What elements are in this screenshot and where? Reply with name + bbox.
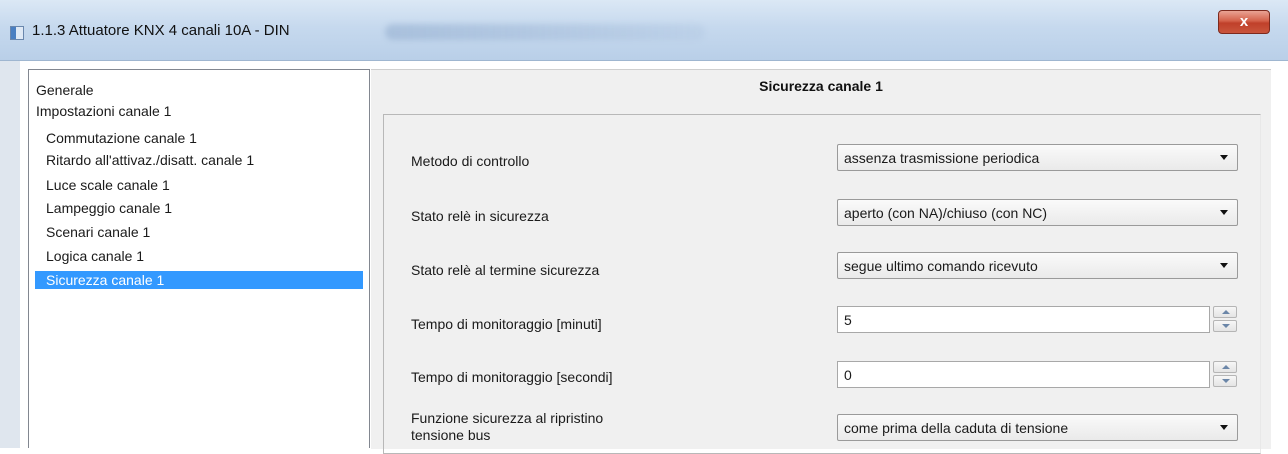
param-label-funzione-line2: tensione bus — [411, 427, 491, 443]
navigation-tree: Generale Impostazioni canale 1 Commutazi… — [28, 69, 370, 448]
stato-rele-sicurezza-select[interactable]: aperto (con NA)/chiuso (con NC) — [837, 199, 1238, 226]
tree-item-logica[interactable]: Logica canale 1 — [46, 247, 144, 265]
tree-item-luce-scale[interactable]: Luce scale canale 1 — [46, 176, 170, 194]
metodo-controllo-select[interactable]: assenza trasmissione periodica — [837, 144, 1238, 171]
minuti-input[interactable]: 5 — [837, 306, 1210, 333]
param-label-stato-sicurezza: Stato relè in sicurezza — [411, 208, 549, 224]
chevron-down-icon — [1220, 210, 1228, 215]
chevron-down-icon — [1220, 155, 1228, 160]
secondi-stepper — [1213, 361, 1239, 388]
select-value: aperto (con NA)/chiuso (con NC) — [844, 205, 1048, 221]
param-label-metodo: Metodo di controllo — [411, 153, 530, 169]
select-value: come prima della caduta di tensione — [844, 420, 1069, 436]
param-label-funzione-line1: Funzione sicurezza al ripristino — [411, 410, 604, 426]
secondi-input[interactable]: 0 — [837, 361, 1210, 388]
parameter-group: Metodo di controllo assenza trasmissione… — [383, 114, 1261, 454]
window-title: 1.1.3 Attuatore KNX 4 canali 10A - DIN — [32, 22, 290, 39]
param-label-minuti: Tempo di monitoraggio [minuti] — [411, 316, 602, 332]
tree-item-generale[interactable]: Generale — [36, 81, 94, 99]
param-label-secondi: Tempo di monitoraggio [secondi] — [411, 369, 613, 385]
tree-item-scenari[interactable]: Scenari canale 1 — [46, 223, 150, 241]
arrow-up-icon — [1222, 365, 1230, 369]
arrow-up-icon — [1222, 310, 1230, 314]
parameter-panel: Sicurezza canale 1 Metodo di controllo a… — [371, 69, 1271, 454]
select-value: assenza trasmissione periodica — [844, 150, 1040, 166]
chevron-down-icon — [1220, 263, 1228, 268]
funzione-ripristino-select[interactable]: come prima della caduta di tensione — [837, 414, 1238, 441]
select-value: segue ultimo comando ricevuto — [844, 258, 1038, 274]
spin-down-button[interactable] — [1213, 375, 1237, 387]
window-frame — [0, 61, 20, 448]
param-label-stato-termine: Stato relè al termine sicurezza — [411, 262, 600, 278]
title-bar: 1.1.3 Attuatore KNX 4 canali 10A - DIN x — [0, 0, 1288, 61]
spin-up-button[interactable] — [1213, 306, 1237, 318]
tree-item-sicurezza[interactable]: Sicurezza canale 1 — [35, 271, 363, 289]
arrow-down-icon — [1222, 379, 1230, 383]
spin-up-button[interactable] — [1213, 361, 1237, 373]
input-value: 5 — [844, 312, 852, 328]
section-title: Sicurezza canale 1 — [759, 78, 883, 94]
spin-down-button[interactable] — [1213, 320, 1237, 332]
blurred-menu-area — [385, 24, 705, 40]
minuti-stepper — [1213, 306, 1239, 333]
tree-item-ritardo[interactable]: Ritardo all'attivaz./disatt. canale 1 — [46, 151, 254, 169]
arrow-down-icon — [1222, 324, 1230, 328]
chevron-down-icon — [1220, 425, 1228, 430]
close-button[interactable]: x — [1218, 10, 1270, 34]
input-value: 0 — [844, 367, 852, 383]
app-icon — [10, 26, 24, 40]
tree-item-lampeggio[interactable]: Lampeggio canale 1 — [46, 199, 172, 217]
tree-item-impostazioni-canale[interactable]: Impostazioni canale 1 — [36, 102, 171, 120]
stato-rele-termine-select[interactable]: segue ultimo comando ricevuto — [837, 252, 1238, 279]
tree-item-commutazione[interactable]: Commutazione canale 1 — [46, 129, 197, 147]
